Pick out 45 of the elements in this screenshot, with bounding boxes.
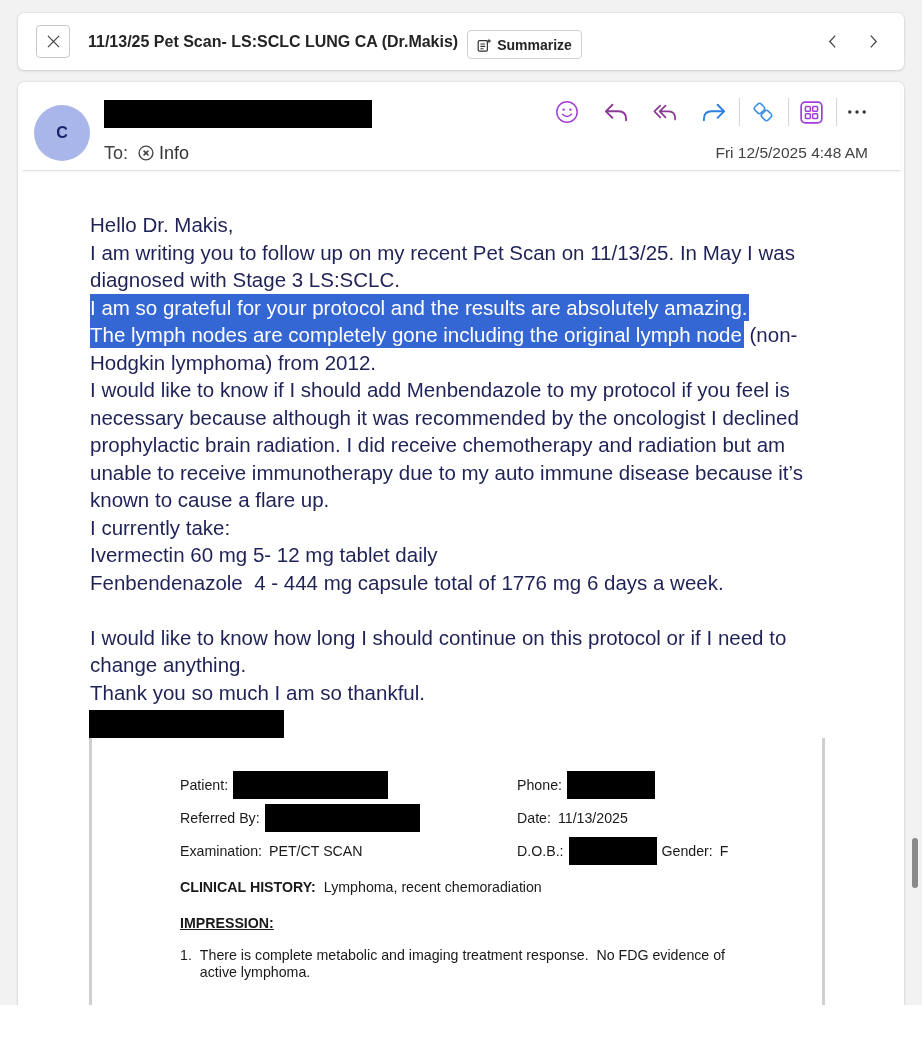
chevron-left-icon[interactable] [828, 34, 837, 49]
apps-grid-icon[interactable] [800, 100, 823, 124]
list-text: There is complete metabolic and imaging treatment response. No FDG evidence of active lymphoma. [199, 947, 727, 981]
field-label: Examination: [180, 843, 262, 859]
email-subject: 11/13/25 Pet Scan- LS:SCLC LUNG CA (Dr.Makis) [88, 32, 459, 51]
field-label: Date: [517, 810, 551, 826]
field-label: Referred By: [180, 810, 260, 826]
reply-all-icon[interactable] [653, 103, 677, 121]
section-heading: IMPRESSION: [180, 914, 274, 932]
section-text: Lymphoma, recent chemoradiation [323, 878, 542, 896]
field-label: Patient: [180, 777, 229, 793]
body-text: Fenbendenazole 4 - 444 mg capsule total of 1776 mg 6 days a week. [90, 569, 724, 596]
field-label: Gender: [661, 843, 713, 859]
more-icon[interactable] [848, 110, 866, 114]
list-number: 1. [180, 947, 192, 965]
body-text: I would like to know if I should add Menbendazole to my protocol if you feel is necessary because although it was recommended by the oncologist I declined prophylactic brain radiation. I did receive chemotherapy and radiation but am unable to receive immunotherapy due to my auto immune disease because it’s known to cause a flare up. [90, 377, 804, 513]
field-label: D.O.B.: [517, 843, 564, 859]
reply-icon[interactable] [604, 102, 628, 122]
scrollbar-thumb[interactable] [912, 838, 918, 888]
body-text: Ivermectin 60 mg 5- 12 mg tablet daily [90, 542, 438, 568]
x-circle-icon [138, 145, 154, 161]
avatar: C [34, 105, 90, 161]
field-label: Phone: [517, 777, 562, 793]
body-text: I am writing you to follow up on my recent Pet Scan on 11/13/25. In May I was diagnosed with Stage 3 LS:SCLC. [90, 239, 796, 293]
recipient-name[interactable]: Info [159, 142, 190, 164]
notes-sparkle-icon [477, 37, 493, 52]
body-text: The lymph nodes are completely gone including the original lymph node (non-Hodgkin lymphoma) from 2012. [90, 321, 799, 376]
body-text: I would like to know how long I should continue on this protocol or if I need to change anything. [90, 624, 788, 678]
close-button[interactable] [36, 25, 70, 58]
field-value: F [719, 843, 729, 859]
to-label: To: [104, 142, 128, 164]
emoji-icon[interactable] [555, 100, 579, 124]
body-text: Hello Dr. Makis, [90, 212, 234, 238]
field-value: 11/13/2025 [557, 810, 628, 826]
section-label: CLINICAL HISTORY: [180, 878, 316, 896]
linked-diamonds-icon[interactable] [751, 100, 775, 124]
summarize-button[interactable]: Summarize [467, 30, 582, 59]
chevron-right-icon[interactable] [869, 34, 878, 49]
close-icon [46, 35, 60, 48]
sent-date: Fri 12/5/2025 4:48 AM [715, 144, 868, 162]
highlighted-text: I am so grateful for your protocol and the results are absolutely amazing. [90, 293, 750, 321]
body-text: I currently take: [90, 514, 231, 541]
forward-icon[interactable] [702, 102, 726, 122]
body-text: Thank you so much I am so thankful. [90, 679, 425, 706]
field-value: PET/CT SCAN [269, 843, 363, 859]
